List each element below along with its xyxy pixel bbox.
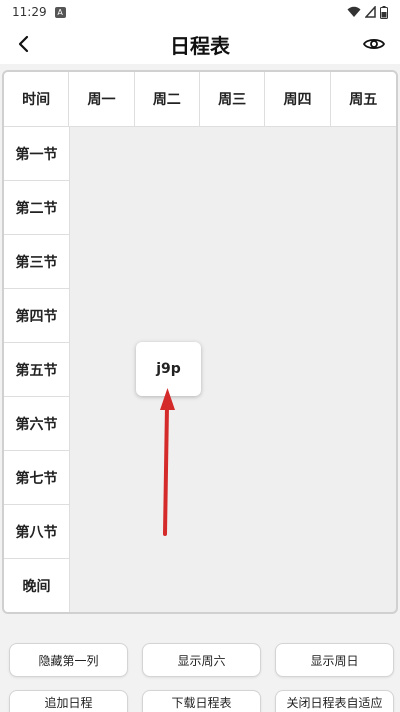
download-schedule-button[interactable]: 下载日程表 <box>142 690 261 712</box>
eye-icon[interactable] <box>362 32 386 56</box>
period-cell-7: 第七节 <box>4 451 70 505</box>
show-saturday-button[interactable]: 显示周六 <box>142 643 261 677</box>
period-column: 第一节 第二节 第三节 第四节 第五节 第六节 第七节 第八节 晚间 <box>4 127 70 612</box>
app-bar: 日程表 <box>0 24 400 64</box>
period-cell-8: 第八节 <box>4 505 70 559</box>
timetable: 时间 周一 周二 周三 周四 周五 第一节 第二节 第三节 第四节 第五节 第六… <box>2 70 398 614</box>
status-time: 11:29 <box>12 5 47 19</box>
timetable-header-row: 时间 周一 周二 周三 周四 周五 <box>4 72 396 127</box>
header-cell-wed: 周三 <box>199 72 266 127</box>
header-cell-fri: 周五 <box>330 72 396 127</box>
status-bar: 11:29 A <box>0 0 400 24</box>
battery-icon <box>380 5 388 19</box>
notification-a-icon: A <box>54 6 66 18</box>
period-cell-5: 第五节 <box>4 343 70 397</box>
period-cell-evening: 晚间 <box>4 559 70 612</box>
period-cell-3: 第三节 <box>4 235 70 289</box>
period-cell-4: 第四节 <box>4 289 70 343</box>
header-cell-thu: 周四 <box>265 72 331 127</box>
hide-first-column-button[interactable]: 隐藏第一列 <box>9 643 128 677</box>
add-schedule-button[interactable]: 追加日程 <box>9 690 128 712</box>
header-cell-tue: 周二 <box>134 72 200 127</box>
status-icons <box>347 5 388 19</box>
wifi-icon <box>347 6 361 17</box>
page-title: 日程表 <box>170 33 230 58</box>
period-cell-1: 第一节 <box>4 127 70 181</box>
back-arrow-icon[interactable] <box>12 32 36 56</box>
period-cell-6: 第六节 <box>4 397 70 451</box>
header-cell-time: 时间 <box>4 72 70 127</box>
signal-icon <box>365 6 376 18</box>
show-sunday-button[interactable]: 显示周日 <box>275 643 394 677</box>
header-cell-mon: 周一 <box>69 72 135 127</box>
period-cell-2: 第二节 <box>4 181 70 235</box>
annotation-arrow <box>160 388 175 536</box>
close-autofit-button[interactable]: 关闭日程表自适应 <box>275 690 394 712</box>
